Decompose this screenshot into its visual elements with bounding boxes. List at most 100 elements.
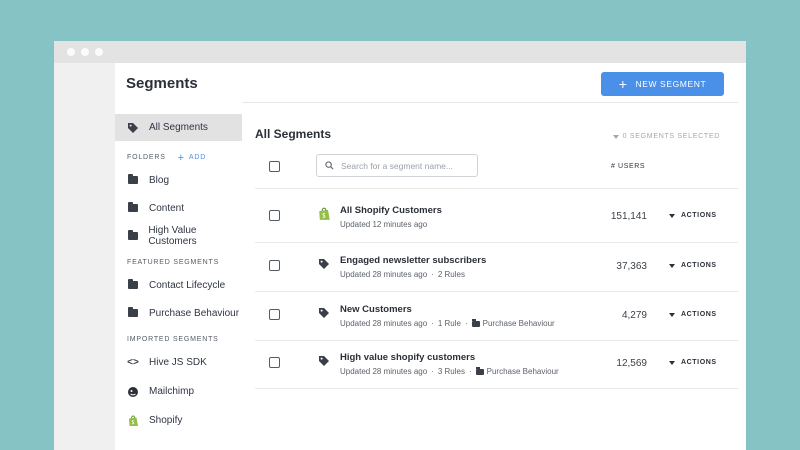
folder-icon xyxy=(475,367,484,375)
actions-label: ACTIONS xyxy=(681,359,717,366)
search-box[interactable] xyxy=(316,154,478,177)
folder-icon xyxy=(127,202,139,212)
sidebar-item-contact-lifecycle[interactable]: Contact Lifecycle xyxy=(115,271,242,299)
table-row[interactable]: Engaged newsletter subscribers Updated 2… xyxy=(255,243,738,291)
caret-down-icon xyxy=(669,263,675,268)
row-divider xyxy=(255,388,738,389)
segment-meta: Updated 12 minutes ago xyxy=(340,220,427,229)
actions-dropdown[interactable]: ACTIONS xyxy=(669,359,717,366)
caret-down-icon xyxy=(612,134,619,139)
window-minimize-dot[interactable] xyxy=(81,48,89,56)
segment-name-link[interactable]: All Shopify Customers xyxy=(340,205,442,216)
segment-rules: 1 Rule xyxy=(437,319,461,328)
sidebar-item-high-value-customers[interactable]: High Value Customers xyxy=(115,222,242,250)
caret-down-icon xyxy=(669,213,675,218)
table-row[interactable]: High value shopify customers Updated 28 … xyxy=(255,340,738,388)
add-folder-label: ADD xyxy=(188,154,207,161)
folder-icon xyxy=(127,307,139,317)
window-close-dot[interactable] xyxy=(67,48,75,56)
row-checkbox[interactable] xyxy=(269,357,280,368)
page-title: Segments xyxy=(126,75,198,92)
shopify-icon xyxy=(317,207,331,221)
segment-name-link[interactable]: High value shopify customers xyxy=(340,352,475,363)
segments-selected-dropdown[interactable]: 0 SEGMENTS SELECTED xyxy=(612,133,720,140)
meta-separator: · xyxy=(431,367,434,376)
code-icon: <> xyxy=(127,357,139,368)
segment-user-count: 4,279 xyxy=(621,310,647,321)
segment-meta: Updated 28 minutes ago · 3 Rules · Purch… xyxy=(340,367,559,376)
segment-rules: 3 Rules xyxy=(437,367,465,376)
row-checkbox[interactable] xyxy=(269,210,280,221)
new-segment-label: NEW SEGMENT xyxy=(635,79,707,89)
actions-dropdown[interactable]: ACTIONS xyxy=(669,212,717,219)
sidebar-item-label: Purchase Behaviour xyxy=(149,307,240,319)
actions-label: ACTIONS xyxy=(681,262,717,269)
sidebar-item-shopify[interactable]: Shopify xyxy=(115,406,242,435)
actions-label: ACTIONS xyxy=(681,212,717,219)
meta-separator: · xyxy=(468,367,472,376)
folder-icon xyxy=(127,230,138,240)
search-icon xyxy=(325,161,334,170)
segment-meta: Updated 28 minutes ago · 2 Rules xyxy=(340,270,465,279)
sidebar-item-mailchimp[interactable]: Mailchimp xyxy=(115,377,242,406)
sidebar-item-content[interactable]: Content xyxy=(115,194,242,222)
tag-icon xyxy=(317,257,331,271)
row-checkbox[interactable] xyxy=(269,309,280,320)
imported-segments-heading: IMPORTED SEGMENTS xyxy=(127,336,219,343)
search-input[interactable] xyxy=(341,160,471,171)
folder-icon xyxy=(127,279,139,289)
select-all-checkbox[interactable] xyxy=(269,161,280,172)
sidebar-item-label: Blog xyxy=(149,174,170,186)
sidebar-item-purchase-behaviour[interactable]: Purchase Behaviour xyxy=(115,299,242,327)
sidebar-item-label: Hive JS SDK xyxy=(149,357,207,368)
folder-icon xyxy=(127,174,139,184)
meta-separator: · xyxy=(464,319,468,328)
tag-icon xyxy=(317,306,331,320)
sidebar-item-label: Shopify xyxy=(149,415,183,426)
segment-updated: Updated 28 minutes ago xyxy=(340,319,428,328)
actions-dropdown[interactable]: ACTIONS xyxy=(669,262,717,269)
folders-heading: FOLDERS + ADD xyxy=(115,149,242,166)
window-titlebar xyxy=(54,41,746,63)
meta-separator: · xyxy=(431,319,434,328)
segment-rules: 2 Rules xyxy=(437,270,465,279)
sidebar: All Segments FOLDERS + ADD Blog Content … xyxy=(115,114,242,435)
segment-updated: Updated 12 minutes ago xyxy=(340,220,428,229)
actions-label: ACTIONS xyxy=(681,311,717,318)
segment-name-link[interactable]: New Customers xyxy=(340,304,412,315)
meta-separator: · xyxy=(431,270,434,279)
segment-user-count: 12,569 xyxy=(616,358,647,369)
new-segment-button[interactable]: + NEW SEGMENT xyxy=(601,72,724,96)
segment-updated: Updated 28 minutes ago xyxy=(340,270,428,279)
row-checkbox[interactable] xyxy=(269,260,280,271)
folders-heading-label: FOLDERS xyxy=(127,154,166,161)
sidebar-item-all-segments[interactable]: All Segments xyxy=(115,114,242,141)
app-window: Segments + NEW SEGMENT All Segments FOLD… xyxy=(54,41,746,450)
featured-segments-heading: FEATURED SEGMENTS xyxy=(127,259,220,266)
tag-icon xyxy=(127,122,139,134)
tag-icon xyxy=(317,354,331,368)
table-header: # USERS xyxy=(255,151,738,189)
segment-user-count: 37,363 xyxy=(616,261,647,272)
shopify-icon xyxy=(127,415,139,427)
segments-selected-label: 0 SEGMENTS SELECTED xyxy=(622,133,720,140)
window-maximize-dot[interactable] xyxy=(95,48,103,56)
table-row[interactable]: New Customers Updated 28 minutes ago · 1… xyxy=(255,292,738,340)
table-row[interactable]: All Shopify Customers Updated 12 minutes… xyxy=(255,193,738,241)
sidebar-item-label: Content xyxy=(149,202,185,214)
header-divider xyxy=(242,102,738,103)
sidebar-item-blog[interactable]: Blog xyxy=(115,166,242,194)
sidebar-item-label: Contact Lifecycle xyxy=(149,279,226,291)
segment-meta: Updated 28 minutes ago · 1 Rule · Purcha… xyxy=(340,319,555,328)
sidebar-item-hive-js-sdk[interactable]: <> Hive JS SDK xyxy=(115,348,242,377)
section-title: All Segments xyxy=(255,127,332,141)
row-divider xyxy=(255,188,738,189)
mailchimp-icon xyxy=(127,386,139,398)
add-folder-link[interactable]: + ADD xyxy=(178,152,206,164)
segment-folder: Purchase Behaviour xyxy=(486,367,559,376)
users-column-header[interactable]: # USERS xyxy=(611,163,645,170)
actions-dropdown[interactable]: ACTIONS xyxy=(669,311,717,318)
segment-name-link[interactable]: Engaged newsletter subscribers xyxy=(340,255,486,266)
segment-updated: Updated 28 minutes ago xyxy=(340,367,428,376)
segment-folder: Purchase Behaviour xyxy=(482,319,555,328)
